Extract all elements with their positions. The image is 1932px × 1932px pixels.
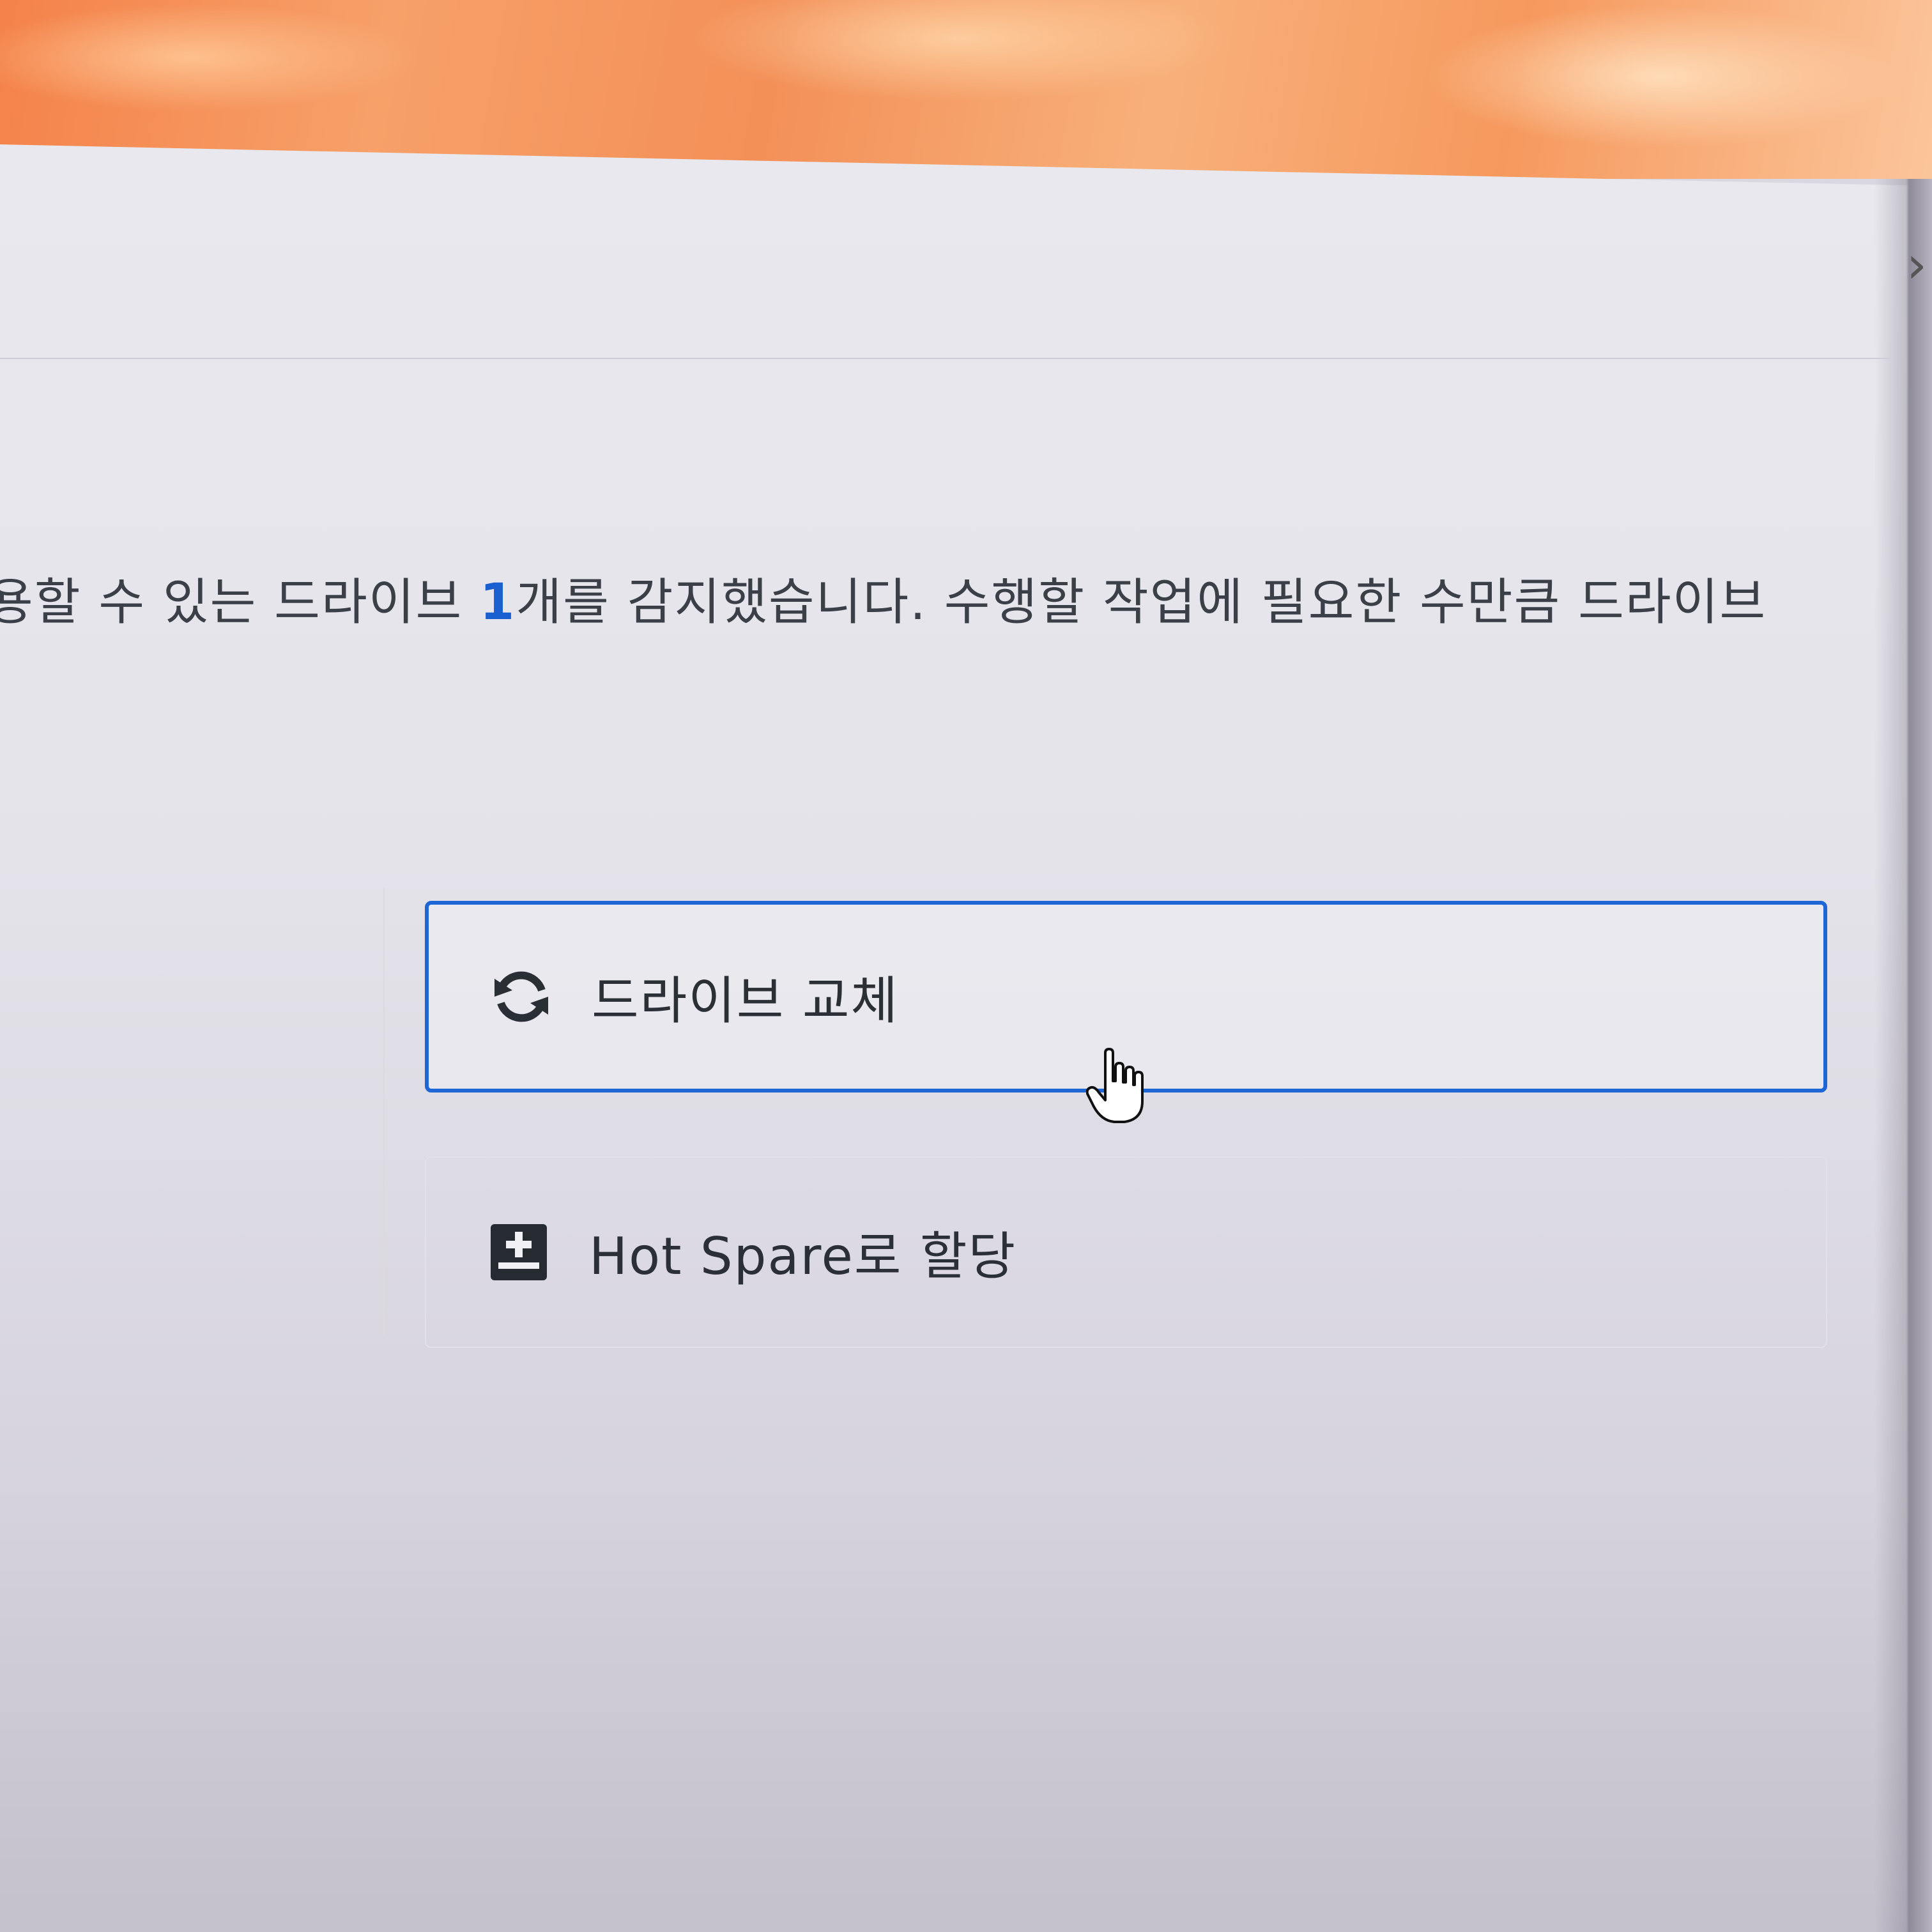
replace-drive-label: 드라이브 교체	[592, 971, 900, 1031]
dialog-header-divider	[0, 319, 1891, 359]
description-text-suffix: 개를 감지했습니다. 수행할 작업에 필요한 수만큼 드라이브	[516, 574, 1767, 631]
description-text-prefix: 용할 수 있는 드라이브	[0, 574, 480, 631]
add-drive-icon	[484, 1217, 554, 1287]
close-icon[interactable]: ›	[1906, 236, 1932, 294]
detected-drive-count: 1	[480, 574, 516, 631]
side-panel	[0, 888, 385, 1335]
hand-cursor-icon	[1085, 1048, 1144, 1124]
refresh-icon	[486, 962, 556, 1032]
hot-spare-label: Hot Spare로 할당	[589, 1227, 1017, 1286]
dialog-description: 용할 수 있는 드라이브 1개를 감지했습니다. 수행할 작업에 필요한 수만큼…	[0, 562, 1872, 634]
hot-spare-option[interactable]: Hot Spare로 할당	[425, 1156, 1827, 1348]
window-border	[1874, 179, 1932, 1932]
